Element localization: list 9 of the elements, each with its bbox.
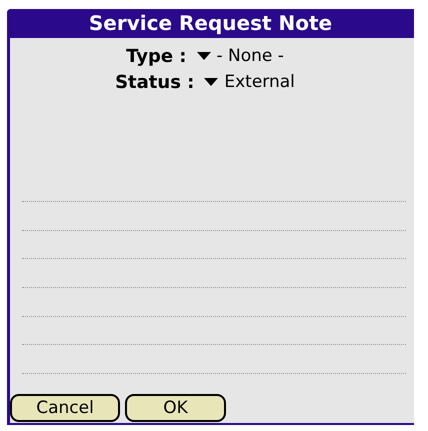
caret-icon xyxy=(204,78,218,86)
popup-trigger[interactable]: - None - xyxy=(196,46,284,66)
window-title: Service Request Note xyxy=(7,9,414,38)
field-label: Type : xyxy=(126,46,186,66)
popup-trigger[interactable]: External xyxy=(204,72,295,92)
caret-icon xyxy=(196,52,210,60)
field-label: Status : xyxy=(115,72,194,92)
ok-button[interactable]: OK xyxy=(125,394,226,422)
cancel-button[interactable]: Cancel xyxy=(10,394,120,422)
